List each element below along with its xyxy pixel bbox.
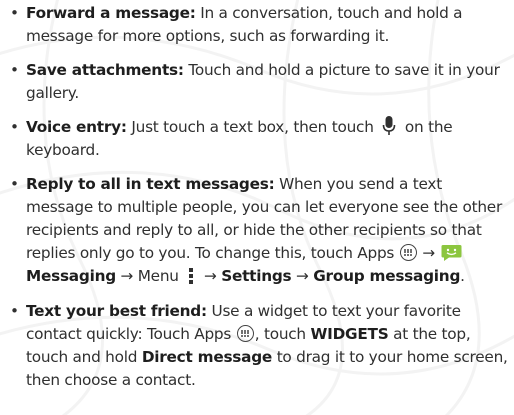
bullet: • (10, 4, 19, 22)
microphone-icon (382, 115, 396, 135)
widgets-label: WIDGETS (310, 325, 389, 343)
arrow: → (296, 267, 309, 285)
tip-save-attachments: • Save attachments: Touch and hold a pic… (10, 59, 510, 105)
tip-title: Voice entry: (26, 118, 127, 136)
settings-label: Settings (221, 267, 292, 285)
arrow: → (422, 244, 435, 262)
bullet: • (10, 118, 19, 136)
tip-title: Text your best friend: (26, 302, 207, 320)
arrow-menu: → Menu (120, 267, 179, 285)
tip-voice-entry: • Voice entry: Just touch a text box, th… (10, 115, 510, 162)
bullet: • (10, 302, 19, 320)
tip-forward-message: • Forward a message: In a conversation, … (10, 2, 510, 48)
arrow: → (203, 267, 217, 285)
period: . (460, 267, 465, 285)
tip-title: Save attachments: (26, 61, 184, 79)
messaging-app-icon (441, 245, 462, 261)
bullet: • (10, 61, 19, 79)
messaging-label: Messaging (26, 267, 116, 285)
apps-icon (236, 325, 254, 342)
tip-reply-to-all: • Reply to all in text messages: When yo… (10, 173, 510, 288)
tip-title: Reply to all in text messages: (26, 175, 275, 193)
bullet: • (10, 175, 19, 193)
tip-text: , touch (254, 325, 306, 343)
tip-text-best-friend: • Text your best friend: Use a widget to… (10, 300, 510, 392)
group-messaging-label: Group messaging (313, 267, 461, 285)
direct-message-label: Direct message (141, 348, 273, 366)
tip-text: Just touch a text box, then touch (131, 118, 374, 136)
apps-icon (399, 244, 417, 261)
tip-title: Forward a message: (26, 4, 196, 22)
menu-dots-icon (189, 267, 194, 284)
